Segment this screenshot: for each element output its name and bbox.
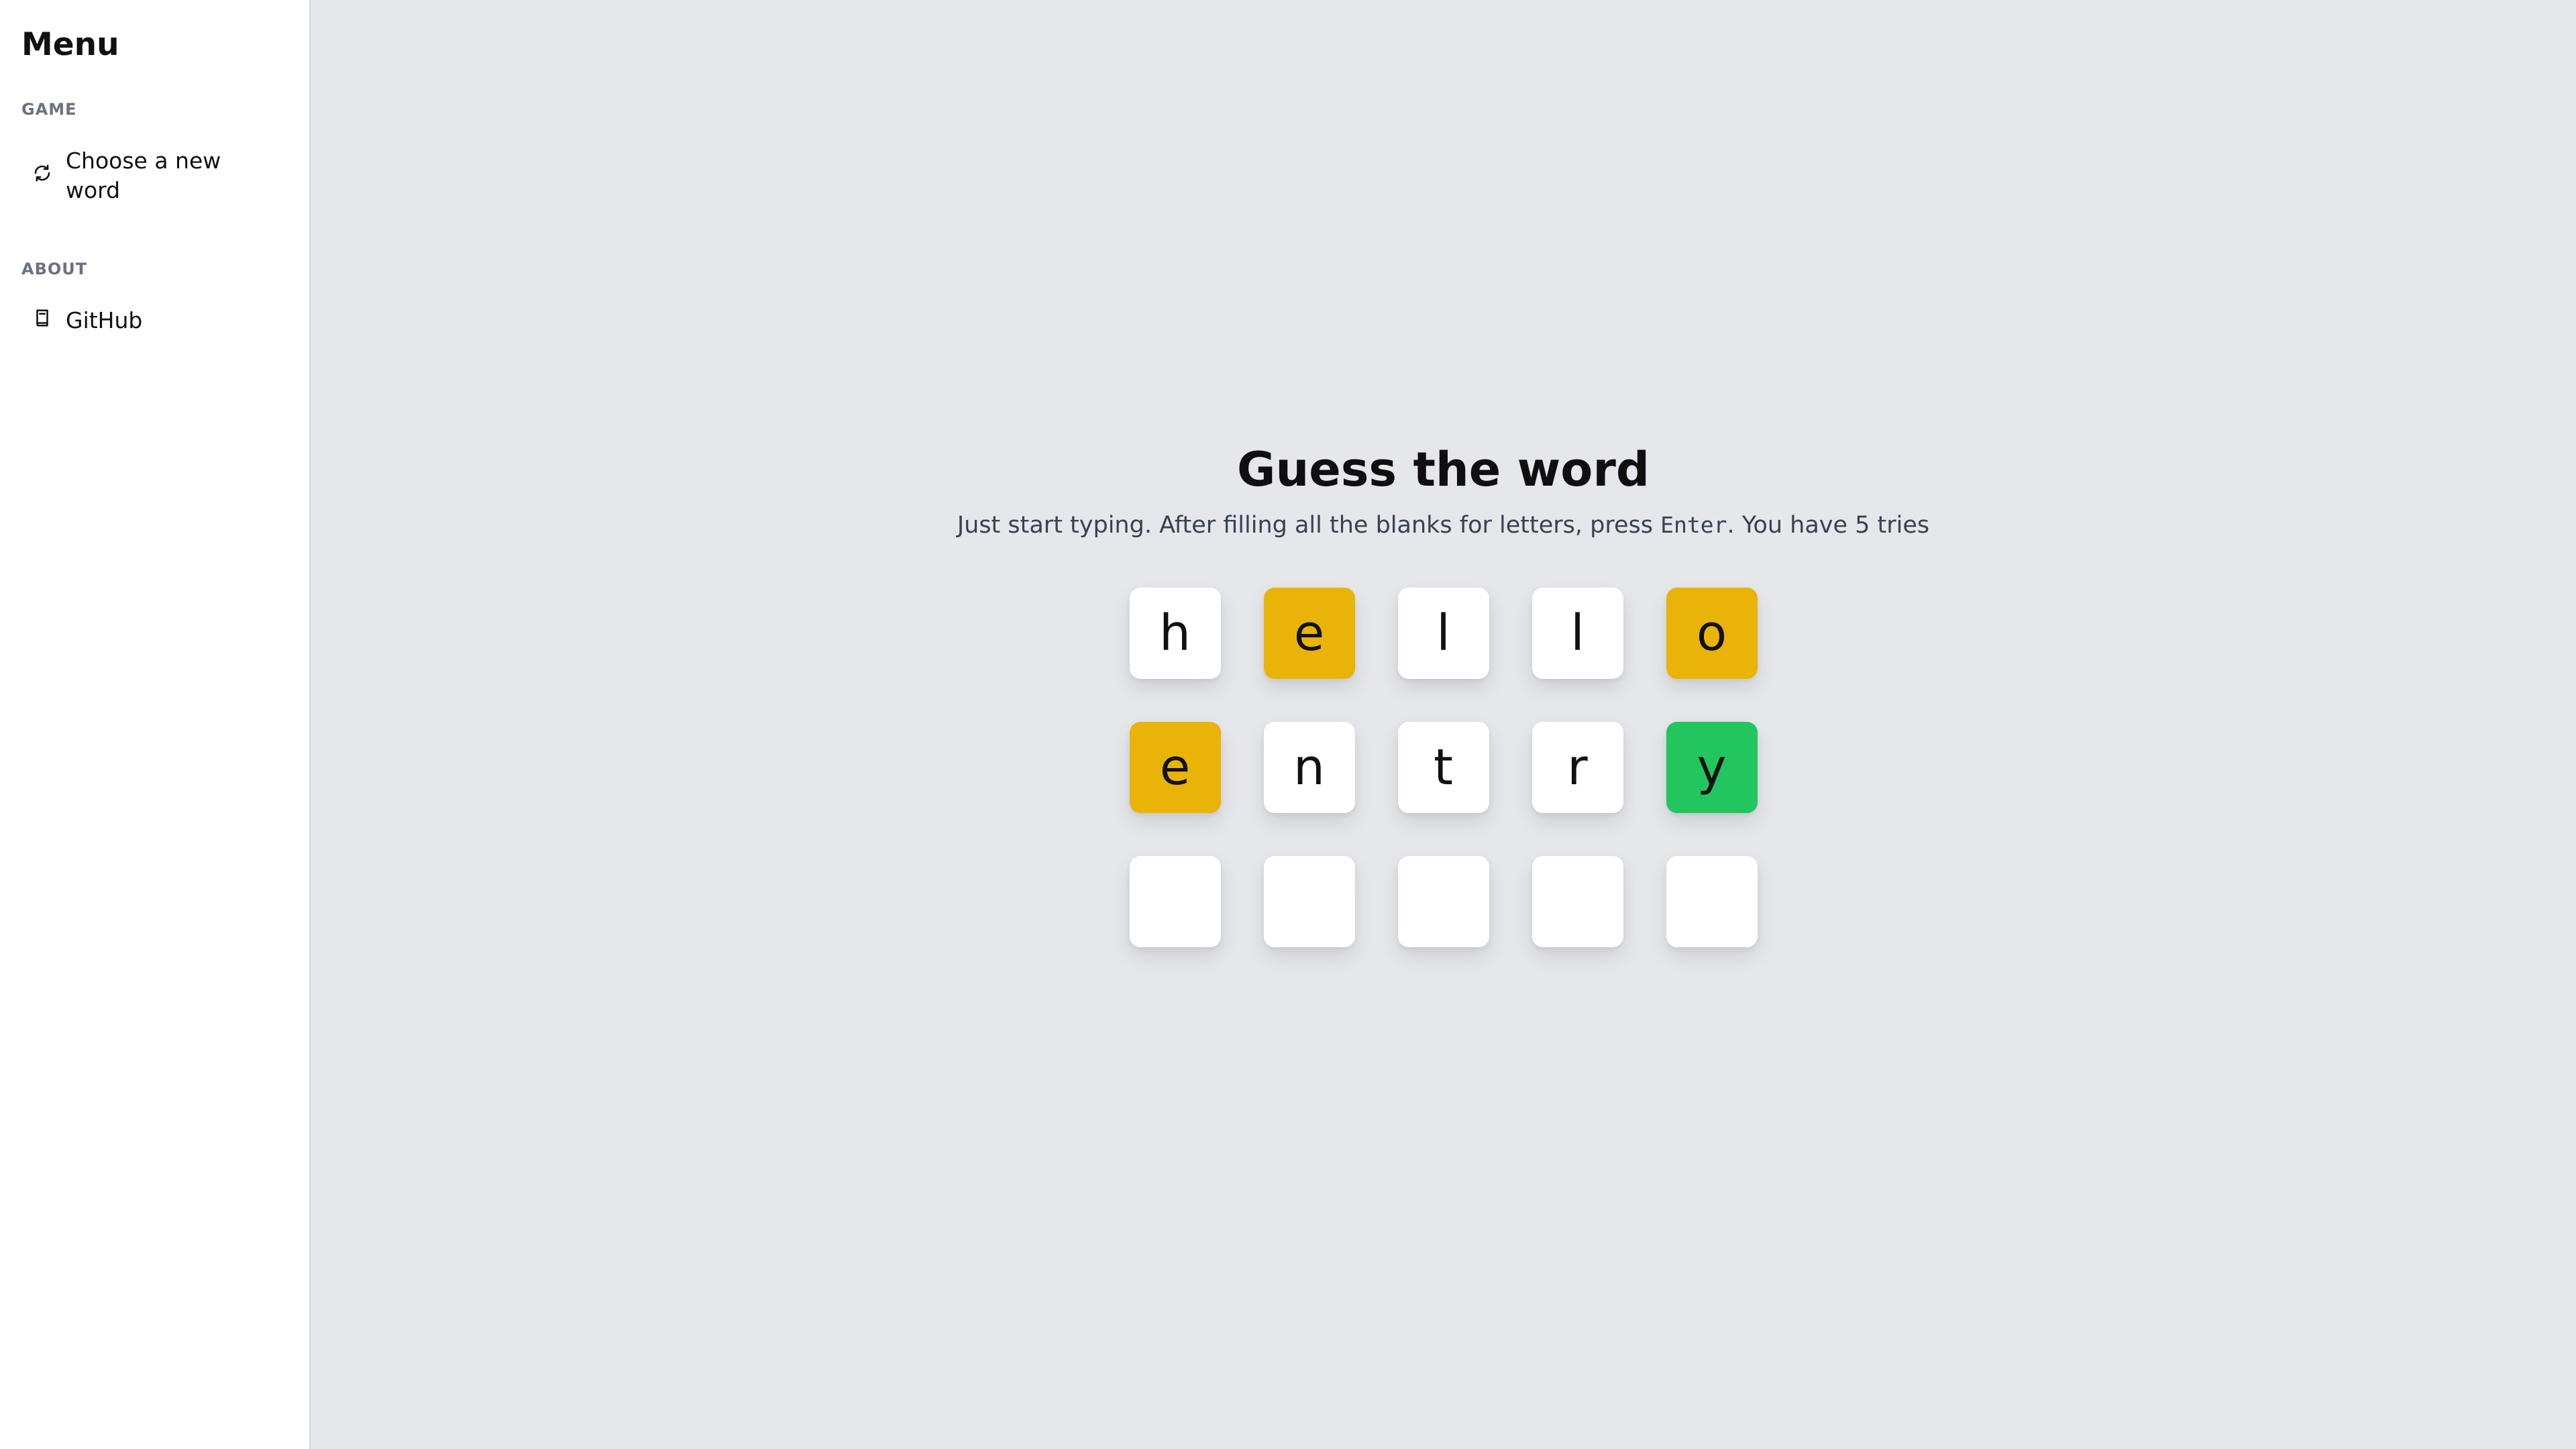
letter-tile: t	[1397, 722, 1489, 813]
enter-key-label: Enter	[1660, 512, 1727, 538]
section-label-game: GAME	[21, 100, 77, 119]
letter-tile: l	[1397, 588, 1489, 679]
letter-grid: h e l l o e n t r y	[311, 588, 2576, 947]
game-content: Guess the word Just start typing. After …	[311, 436, 2576, 947]
instructions-text-end: . You have 5 tries	[1727, 512, 1930, 539]
choose-new-word-button[interactable]: Choose a new word	[21, 141, 288, 211]
letter-tile: n	[1263, 722, 1355, 813]
letter-tile	[1532, 856, 1623, 947]
section-label-about: ABOUT	[21, 260, 88, 278]
choose-new-word-label: Choose a new word	[66, 148, 221, 203]
letter-tile: y	[1666, 722, 1758, 813]
sidebar: Menu GAME Choose a new word ABOUT GitHub	[0, 0, 311, 1449]
letter-tile: h	[1129, 588, 1221, 679]
letter-tile: l	[1532, 588, 1623, 679]
page-title: Guess the word	[1237, 442, 1650, 497]
book-icon	[32, 306, 52, 335]
letter-tile: e	[1129, 722, 1221, 813]
app-root: Menu GAME Choose a new word ABOUT GitHub…	[0, 0, 2576, 1449]
instructions-text-start: Just start typing. After filling all the…	[957, 512, 1661, 539]
letter-tile: e	[1263, 588, 1355, 679]
letter-tile	[1397, 856, 1489, 947]
game-area: Guess the word Just start typing. After …	[311, 0, 2576, 1449]
github-link[interactable]: GitHub	[21, 301, 288, 341]
github-label: GitHub	[66, 307, 143, 333]
letter-tile	[1666, 856, 1758, 947]
letter-tile	[1263, 856, 1355, 947]
refresh-icon	[32, 161, 52, 191]
letter-tile	[1129, 856, 1221, 947]
sidebar-title: Menu	[21, 26, 119, 63]
instructions: Just start typing. After filling all the…	[311, 508, 2576, 542]
letter-tile: r	[1532, 722, 1623, 813]
letter-tile: o	[1666, 588, 1758, 679]
